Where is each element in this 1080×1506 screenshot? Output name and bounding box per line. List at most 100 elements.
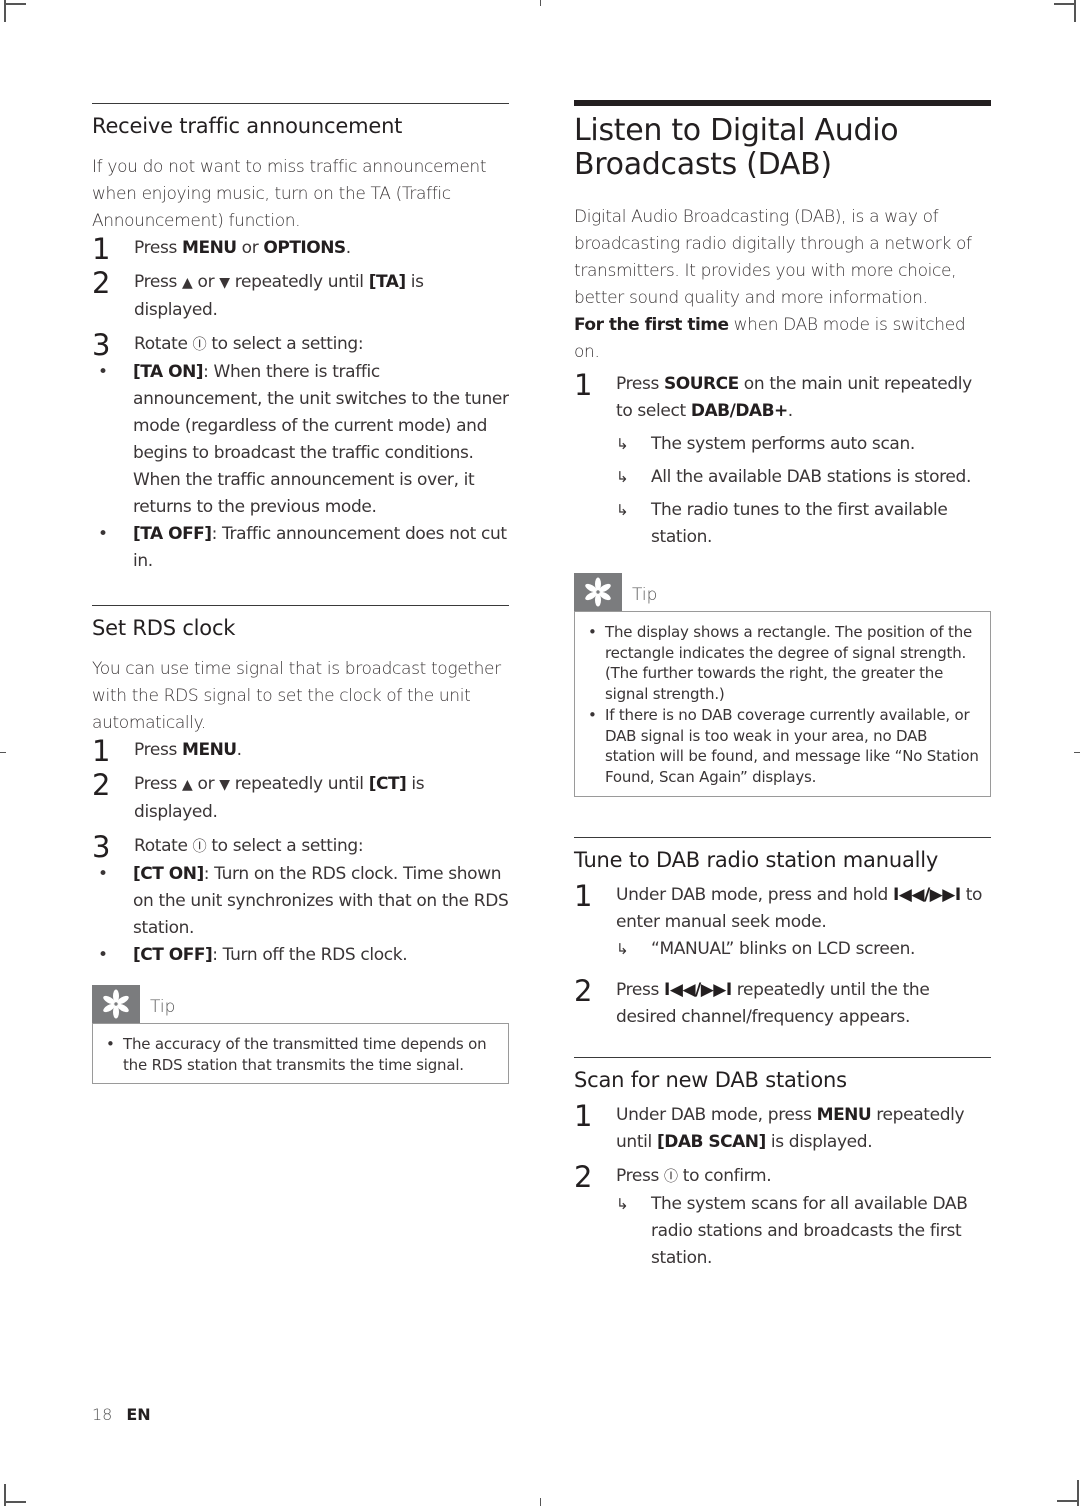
step-number: 1 xyxy=(574,878,593,913)
crop-mark-mid-right xyxy=(1074,752,1080,753)
button-name-menu: MENU xyxy=(182,740,237,760)
step-text: or xyxy=(192,272,220,292)
step-text: to select a setting: xyxy=(206,334,364,354)
mode-name-dab: DAB/DAB+ xyxy=(690,401,788,421)
first-time-label: For the first time xyxy=(574,315,729,335)
chapter-intro: Digital Audio Broadcasting (DAB), is a w… xyxy=(574,207,972,308)
step-text: is displayed. xyxy=(765,1131,873,1152)
crop-mark-bottom-left-h xyxy=(4,1501,26,1503)
page-number: 18 xyxy=(92,1405,113,1424)
page-footer: 18 EN xyxy=(92,1405,151,1424)
step-number: 1 xyxy=(92,232,111,266)
tip-asterisk-icon xyxy=(92,985,140,1023)
first-time-note: For the first time when DAB mode is swit… xyxy=(574,312,991,366)
bullet-icon: • xyxy=(588,705,597,724)
tip-item: • The accuracy of the transmitted time de… xyxy=(103,1034,498,1075)
step-2: 2 Press Ⓘ to confirm. ↳ The system scans … xyxy=(574,1160,991,1272)
option-ta-on: • [TA ON]: When there is traffic announce… xyxy=(92,359,509,521)
step-text: Press xyxy=(134,740,183,760)
chapter-rule xyxy=(574,100,991,106)
step-3: 3 Rotate Ⓘ to select a setting: • [TA ON]… xyxy=(92,328,509,575)
section-title: Receive traffic announcement xyxy=(92,114,403,138)
crop-mark-top-right-h xyxy=(1054,3,1076,5)
step-2: 2 Press I◀◀/▶▶I repeatedly until the the… xyxy=(574,973,991,1031)
result-arrow-icon: ↳ xyxy=(616,435,629,453)
step-text: Under DAB mode, press and hold xyxy=(616,884,893,905)
tip-label: Tip xyxy=(150,997,176,1017)
section-title: Set RDS clock xyxy=(92,616,236,640)
result-text: All the available DAB stations is stored… xyxy=(651,467,971,487)
result-arrow-icon: ↳ xyxy=(616,939,629,958)
tip-asterisk-icon xyxy=(574,573,622,611)
step-text: Rotate xyxy=(134,334,193,354)
option-ct-on: • [CT ON]: Turn on the RDS clock. Time sh… xyxy=(92,861,509,942)
bullet-icon: • xyxy=(98,362,108,382)
right-column: Listen to Digital Audio Broadcasts (DAB) … xyxy=(574,100,991,1272)
crop-mark-mid-left xyxy=(0,752,6,753)
bullet-icon: • xyxy=(106,1035,115,1053)
section-title: Tune to DAB radio station manually xyxy=(574,847,939,872)
crop-mark-bottom-right-h xyxy=(1057,1500,1079,1502)
prev-next-icon: I◀◀/▶▶I xyxy=(892,884,961,905)
result-item: ↳ The system scans for all available DAB … xyxy=(616,1191,991,1272)
button-name-options: OPTIONS xyxy=(263,238,346,258)
result-text: The radio tunes to the first available s… xyxy=(651,500,948,547)
step-text: repeatedly until xyxy=(229,272,369,292)
step-1: 1 Press MENU or OPTIONS. xyxy=(92,232,509,266)
option-label: [CT ON] xyxy=(133,864,204,884)
result-text: “MANUAL” blinks on LCD screen. xyxy=(651,938,916,959)
section-rds-clock: Set RDS clock You can use time signal th… xyxy=(92,605,509,1085)
crop-mark-top-left-h xyxy=(4,3,26,5)
tip-box: Tip • The accuracy of the transmitted tim… xyxy=(92,985,509,1085)
section-rule xyxy=(92,605,509,606)
crop-mark-top-center xyxy=(540,0,541,6)
up-triangle-icon: ▲ xyxy=(182,777,193,793)
step-text: Press xyxy=(616,374,665,394)
option-label: [TA OFF] xyxy=(133,524,212,544)
step-2: 2 Press ▲ or ▼ repeatedly until [CT] is … xyxy=(92,768,509,826)
step-number: 3 xyxy=(92,830,111,864)
setting-name-dab-scan: [DAB SCAN] xyxy=(656,1131,766,1152)
result-arrow-icon: ↳ xyxy=(616,1194,629,1213)
section-intro: If you do not want to miss traffic annou… xyxy=(92,157,487,231)
step-text: Rotate xyxy=(134,836,193,856)
step-text: to confirm. xyxy=(677,1165,772,1186)
language-code: EN xyxy=(126,1405,151,1424)
result-item: ↳ All the available DAB stations is store… xyxy=(616,464,991,491)
option-label: [TA ON] xyxy=(133,362,204,382)
button-name-menu: MENU xyxy=(182,238,237,258)
setting-name-ta: [TA] xyxy=(368,272,406,292)
section-rule xyxy=(574,836,991,838)
step-1: 1 Under DAB mode, press and hold I◀◀/▶▶I… xyxy=(574,878,991,963)
option-ct-off: • [CT OFF]: Turn off the RDS clock. xyxy=(92,942,509,969)
step-text: . xyxy=(787,401,793,421)
knob-icon: Ⓘ xyxy=(664,1168,678,1185)
chapter-title-line: Listen to Digital Audio xyxy=(574,113,899,148)
button-name-menu: MENU xyxy=(816,1104,872,1125)
section-title: Scan for new DAB stations xyxy=(574,1067,847,1092)
step-text: Press xyxy=(134,238,183,258)
step-1: 1 Press SOURCE on the main unit repeated… xyxy=(574,368,991,551)
step-text: to select a setting: xyxy=(206,836,364,856)
option-text: : When there is traffic announcement, th… xyxy=(133,362,509,517)
result-item: ↳ “MANUAL” blinks on LCD screen. xyxy=(616,936,991,963)
step-number: 1 xyxy=(574,1098,593,1133)
step-text: Press xyxy=(134,774,183,794)
tip-text: The display shows a rectangle. The posit… xyxy=(605,623,973,704)
step-1: 1 Under DAB mode, press MENU repeatedly … xyxy=(574,1098,991,1156)
result-item: ↳ The system performs auto scan. xyxy=(616,431,991,458)
step-number: 2 xyxy=(92,266,111,300)
section-listen-dab: Listen to Digital Audio Broadcasts (DAB) … xyxy=(574,100,991,797)
step-number: 2 xyxy=(574,973,593,1008)
step-text: or xyxy=(192,774,220,794)
step-number: 1 xyxy=(92,734,111,768)
bullet-icon: • xyxy=(98,864,108,884)
section-rule xyxy=(92,103,509,104)
step-number: 1 xyxy=(574,368,593,402)
tip-text: The accuracy of the transmitted time dep… xyxy=(123,1035,487,1074)
step-number: 3 xyxy=(92,328,111,362)
step-text: Under DAB mode, press xyxy=(616,1104,817,1125)
result-text: The system performs auto scan. xyxy=(651,434,915,454)
step-text: repeatedly until xyxy=(229,774,369,794)
left-column: Receive traffic announcement If you do n… xyxy=(92,103,509,1085)
